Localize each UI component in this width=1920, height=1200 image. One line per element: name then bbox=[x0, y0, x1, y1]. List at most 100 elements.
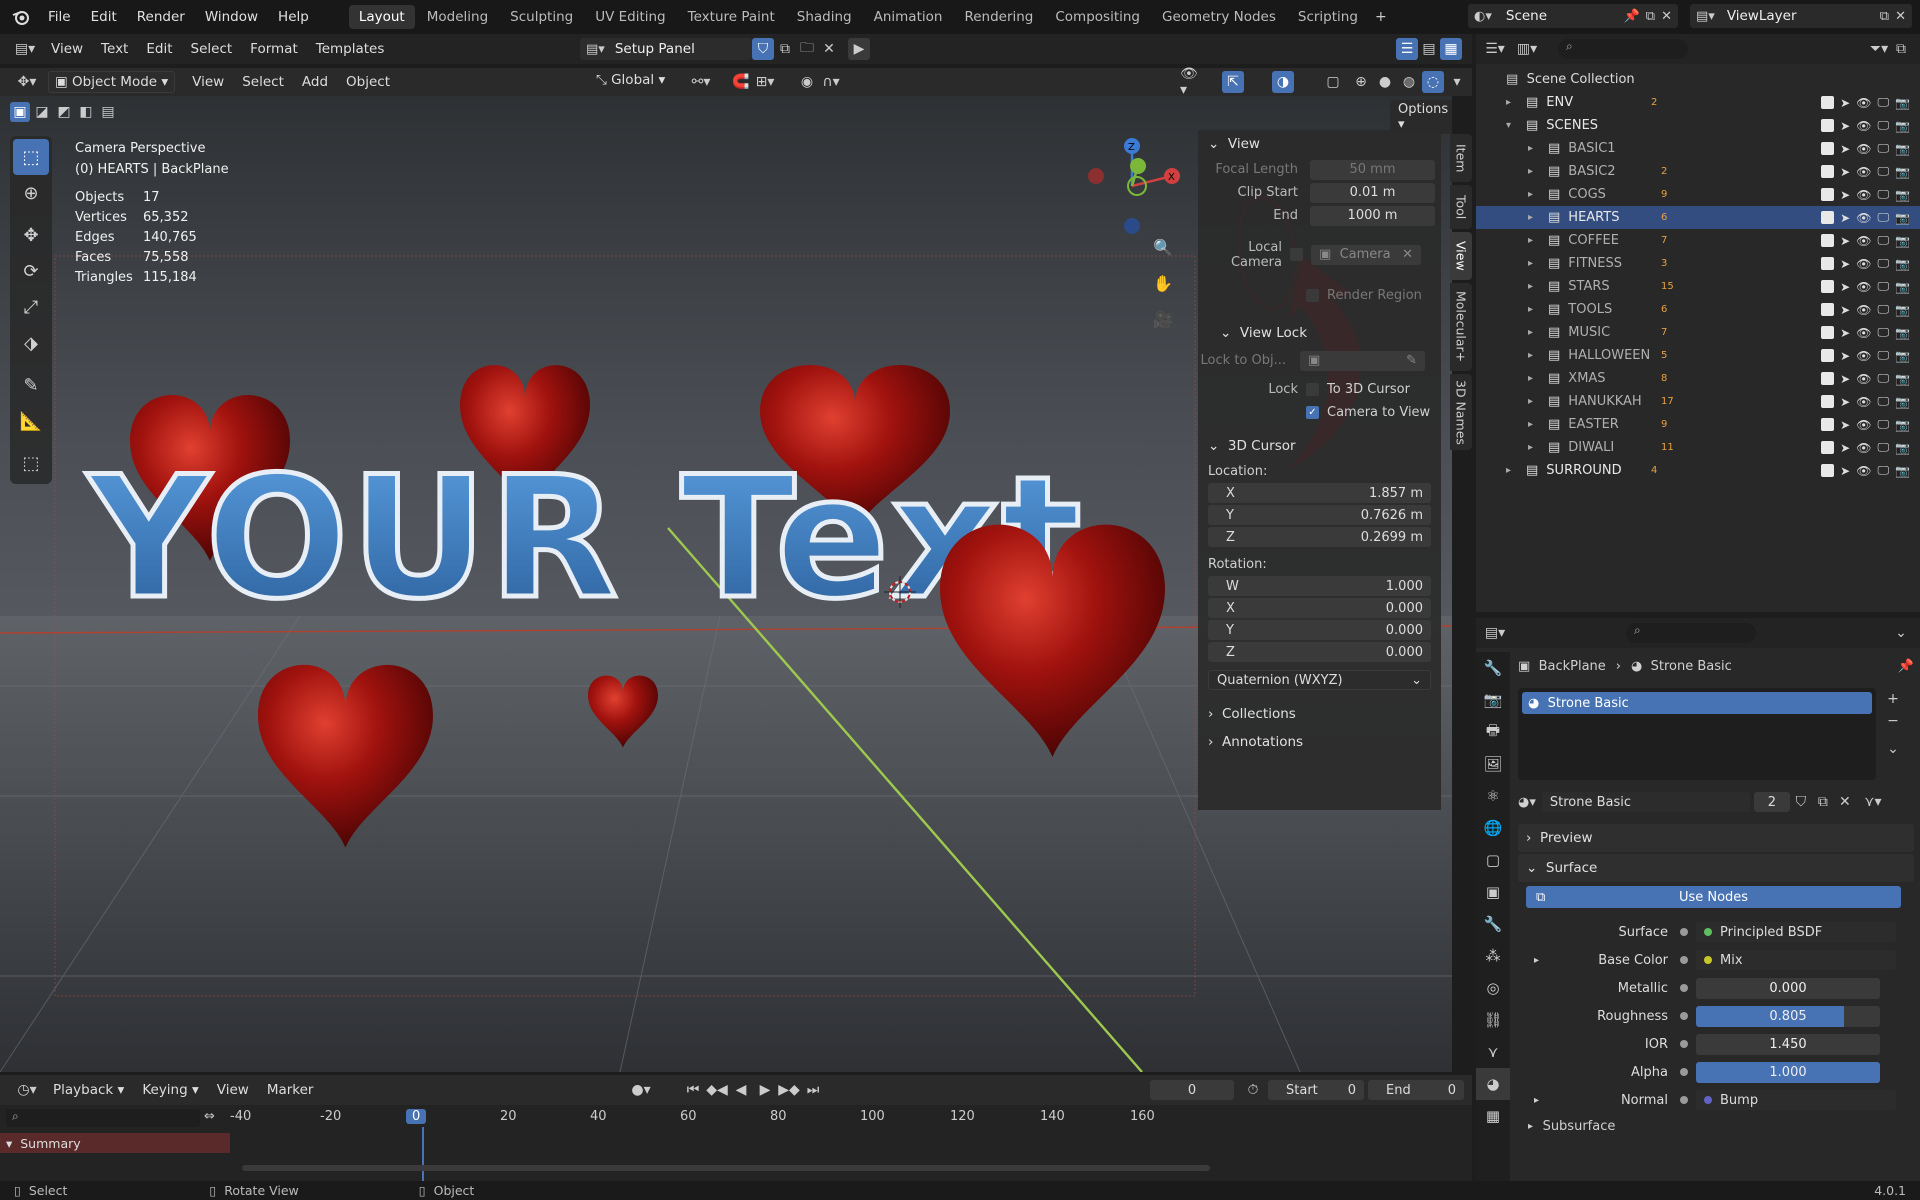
disclosure-triangle-icon[interactable]: ▸ bbox=[1528, 258, 1542, 269]
exclude-checkbox[interactable] bbox=[1821, 165, 1835, 178]
exclude-checkbox[interactable] bbox=[1821, 142, 1835, 155]
exclude-checkbox[interactable] bbox=[1821, 395, 1835, 408]
eye-icon[interactable]: 👁 bbox=[1856, 349, 1871, 363]
texture-icon[interactable]: ▦ bbox=[1476, 1100, 1510, 1132]
eye-icon[interactable]: 👁 bbox=[1856, 441, 1871, 455]
expand-icon[interactable]: ▸ bbox=[1534, 1095, 1539, 1106]
menu-file[interactable]: File bbox=[38, 9, 81, 25]
timeline-playback-menu[interactable]: Playback ▾ bbox=[44, 1082, 133, 1098]
exclude-checkbox[interactable] bbox=[1821, 280, 1835, 293]
outliner-row-env[interactable]: ▸ ▤ ENV 2 ➤ 👁 🖵 📷 bbox=[1476, 91, 1920, 114]
select-arrow-icon[interactable]: ➤ bbox=[1840, 257, 1850, 271]
eye-icon[interactable]: 👁 bbox=[1856, 257, 1871, 271]
scene-selector[interactable]: ◐▾ Scene 📌 ⧉ ✕ bbox=[1468, 4, 1678, 28]
open-folder-icon[interactable]: 🗀 bbox=[796, 38, 818, 60]
render-region-checkbox[interactable] bbox=[1306, 289, 1319, 302]
unlink-material-icon[interactable]: ✕ bbox=[1834, 791, 1856, 813]
clear-camera-icon[interactable]: ✕ bbox=[1402, 247, 1413, 262]
outliner-row-basic2[interactable]: ▸ ▤ BASIC2 2 ➤ 👁 🖵 📷 bbox=[1476, 160, 1920, 183]
render-camera-icon[interactable]: 📷 bbox=[1895, 303, 1910, 317]
tab-molecular[interactable]: Molecular+ bbox=[1450, 283, 1472, 371]
render-camera-icon[interactable]: 📷 bbox=[1895, 464, 1910, 478]
exclude-checkbox[interactable] bbox=[1821, 464, 1835, 477]
disclosure-triangle-icon[interactable]: ▸ bbox=[1528, 189, 1542, 200]
material-name-field[interactable]: Strone Basic bbox=[1541, 792, 1750, 812]
exclude-checkbox[interactable] bbox=[1821, 257, 1835, 270]
jump-end-icon[interactable]: ⏭ bbox=[802, 1079, 824, 1101]
stopwatch-icon[interactable]: ⏱ bbox=[1242, 1079, 1264, 1101]
tab-rendering[interactable]: Rendering bbox=[954, 5, 1043, 29]
select-arrow-icon[interactable]: ➤ bbox=[1840, 280, 1850, 294]
snap-target-icon[interactable]: ⊞▾ bbox=[754, 71, 776, 93]
text-menu-text[interactable]: Text bbox=[92, 41, 137, 57]
render-camera-icon[interactable]: 📷 bbox=[1895, 234, 1910, 248]
select-arrow-icon[interactable]: ➤ bbox=[1840, 165, 1850, 179]
socket-dot-icon[interactable] bbox=[1680, 928, 1688, 936]
render-camera-icon[interactable]: 📷 bbox=[1895, 188, 1910, 202]
socket-dot-icon[interactable] bbox=[1680, 1096, 1688, 1104]
panel-preview-header[interactable]: › Preview bbox=[1518, 824, 1914, 852]
shading-material-icon[interactable]: ◍ bbox=[1398, 71, 1420, 93]
outliner-search-input[interactable]: ⌕ bbox=[1558, 39, 1688, 59]
disclosure-triangle-icon[interactable]: ▸ bbox=[1506, 465, 1520, 476]
select-invert-icon[interactable]: ◧ bbox=[76, 102, 96, 122]
socket-dot-icon[interactable] bbox=[1680, 956, 1688, 964]
local-camera-checkbox[interactable] bbox=[1290, 248, 1303, 261]
render-camera-icon[interactable]: 📷 bbox=[1895, 142, 1910, 156]
eyedropper-icon[interactable]: ✎ bbox=[1406, 353, 1417, 368]
constraints-icon[interactable]: ⛓ bbox=[1476, 1004, 1510, 1036]
material-slot-item[interactable]: ◕ Strone Basic bbox=[1522, 692, 1872, 714]
eye-icon[interactable]: 👁 bbox=[1856, 303, 1871, 317]
render-camera-icon[interactable]: 📷 bbox=[1895, 349, 1910, 363]
blender-logo-icon[interactable] bbox=[8, 6, 34, 28]
focal-length-field[interactable]: 50 mm bbox=[1310, 159, 1435, 180]
eye-icon[interactable]: 👁 bbox=[1856, 211, 1871, 225]
select-arrow-icon[interactable]: ➤ bbox=[1840, 395, 1850, 409]
value-slider[interactable]: 0.805 bbox=[1696, 1005, 1880, 1027]
exclude-checkbox[interactable] bbox=[1821, 441, 1835, 454]
start-frame-field[interactable]: Start 0 bbox=[1268, 1080, 1364, 1100]
disclosure-triangle-icon[interactable]: ▸ bbox=[1528, 166, 1542, 177]
timeline-keying-menu[interactable]: Keying ▾ bbox=[133, 1082, 207, 1098]
exclude-checkbox[interactable] bbox=[1821, 303, 1835, 316]
render-camera-icon[interactable]: 📷 bbox=[1895, 165, 1910, 179]
zoom-icon[interactable]: 🔍 bbox=[1152, 236, 1174, 258]
render-camera-icon[interactable]: 📷 bbox=[1895, 441, 1910, 455]
world-icon[interactable]: 🌐 bbox=[1476, 812, 1510, 844]
lock-object-field[interactable]: ▣ ✎ bbox=[1300, 350, 1425, 371]
cursor-rot-w[interactable]: W 1.000 bbox=[1208, 576, 1431, 596]
disclosure-triangle-icon[interactable]: ▸ bbox=[1528, 396, 1542, 407]
select-arrow-icon[interactable]: ➤ bbox=[1840, 349, 1850, 363]
new-collection-icon[interactable]: ⧉ bbox=[1890, 38, 1912, 60]
add-cube-tool-icon[interactable]: ⬚ bbox=[13, 445, 49, 481]
view-layer-icon[interactable]: 🖼 bbox=[1476, 748, 1510, 780]
tab-sculpting[interactable]: Sculpting bbox=[500, 5, 583, 29]
menu-help[interactable]: Help bbox=[268, 9, 319, 25]
disclosure-triangle-icon[interactable]: ▸ bbox=[1528, 235, 1542, 246]
outliner-row-cogs[interactable]: ▸ ▤ COGS 9 ➤ 👁 🖵 📷 bbox=[1476, 183, 1920, 206]
select-arrow-icon[interactable]: ➤ bbox=[1840, 234, 1850, 248]
scene-icon[interactable]: ⚛ bbox=[1476, 780, 1510, 812]
tab-tool[interactable]: Tool bbox=[1450, 185, 1472, 229]
render-camera-icon[interactable]: 📷 bbox=[1895, 418, 1910, 432]
outliner-row-diwali[interactable]: ▸ ▤ DIWALI 11 ➤ 👁 🖵 📷 bbox=[1476, 436, 1920, 459]
use-nodes-button[interactable]: ⧉ Use Nodes bbox=[1526, 886, 1901, 908]
output-icon[interactable]: 🖶 bbox=[1476, 716, 1510, 748]
link-mode-icon[interactable]: ⋎▾ bbox=[1862, 791, 1884, 813]
tab-compositing[interactable]: Compositing bbox=[1045, 5, 1150, 29]
timeline-view-menu[interactable]: View bbox=[208, 1082, 258, 1098]
outliner-type-icon[interactable]: ☰▾ bbox=[1484, 38, 1506, 60]
outliner-row-tools[interactable]: ▸ ▤ TOOLS 6 ➤ 👁 🖵 📷 bbox=[1476, 298, 1920, 321]
new-scene-icon[interactable]: ⧉ bbox=[1646, 9, 1655, 24]
cursor-rot-y[interactable]: Y 0.000 bbox=[1208, 620, 1431, 640]
panel-3d-cursor-header[interactable]: ⌄ 3D Cursor bbox=[1198, 432, 1441, 460]
viewport-editor-type-icon[interactable]: ✥▾ bbox=[10, 71, 44, 93]
outliner-row-basic1[interactable]: ▸ ▤ BASIC1 ➤ 👁 🖵 📷 bbox=[1476, 137, 1920, 160]
text-menu-view[interactable]: View bbox=[42, 41, 92, 57]
cursor-rot-z[interactable]: Z 0.000 bbox=[1208, 642, 1431, 662]
delete-scene-icon[interactable]: ✕ bbox=[1661, 9, 1672, 24]
word-wrap-icon[interactable]: ▤ bbox=[1418, 38, 1440, 60]
falloff-icon[interactable]: ∩▾ bbox=[820, 71, 842, 93]
tab-3d-names[interactable]: 3D Names bbox=[1450, 374, 1472, 450]
outliner-row-hearts[interactable]: ▸ ▤ HEARTS 6 ➤ 👁 🖵 📷 bbox=[1476, 206, 1920, 229]
